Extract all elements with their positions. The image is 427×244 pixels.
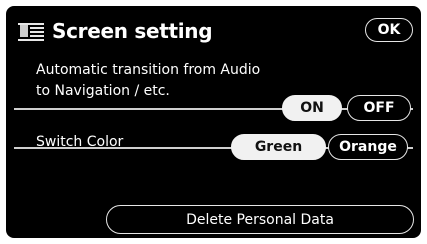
screen-setting-icon <box>18 21 44 41</box>
screen-setting-panel: Screen setting OK Automatic transition f… <box>6 6 421 238</box>
green-color-button[interactable]: Green <box>231 134 326 160</box>
ok-button[interactable]: OK <box>365 18 413 42</box>
transition-off-label: OFF <box>363 100 395 116</box>
title-bar: Screen setting <box>18 18 213 44</box>
transition-label-line1: Automatic transition from Audio <box>36 62 261 78</box>
ok-button-label: OK <box>377 22 401 38</box>
delete-personal-data-label: Delete Personal Data <box>186 211 334 228</box>
transition-on-button[interactable]: ON <box>282 95 342 121</box>
orange-color-label: Orange <box>339 139 397 155</box>
delete-personal-data-button[interactable]: Delete Personal Data <box>106 205 414 234</box>
page-title: Screen setting <box>52 19 213 43</box>
transition-label-line2: to Navigation / etc. <box>36 83 170 99</box>
transition-off-button[interactable]: OFF <box>347 95 411 121</box>
transition-on-label: ON <box>300 100 324 116</box>
green-color-label: Green <box>254 139 303 155</box>
orange-color-button[interactable]: Orange <box>328 134 408 160</box>
